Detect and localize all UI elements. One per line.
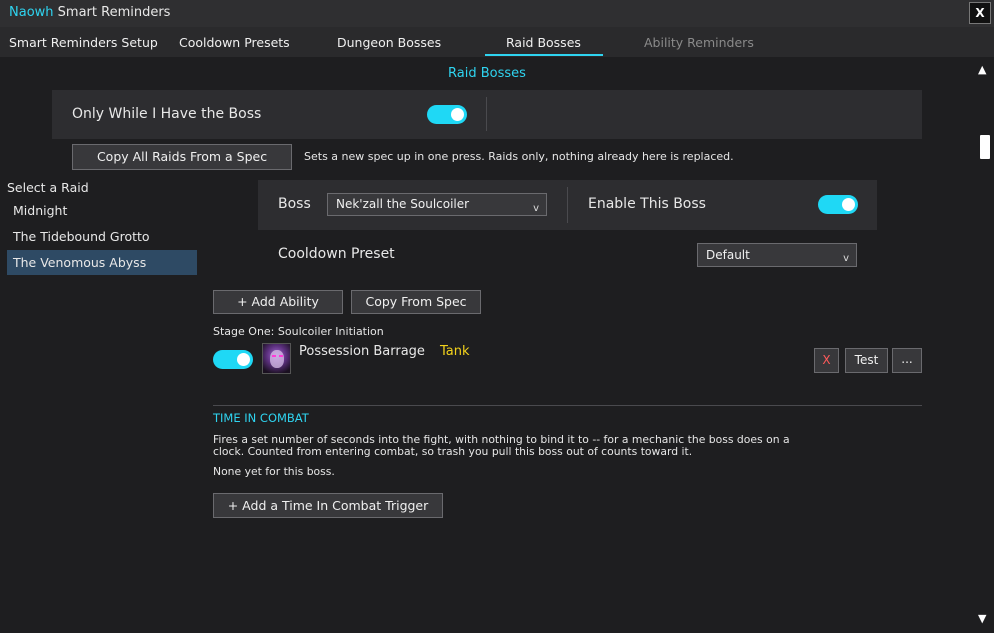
- time-in-combat-empty: None yet for this boss.: [213, 465, 335, 478]
- sidebar-heading: Select a Raid: [7, 180, 89, 195]
- boss-dropdown-value: Nek'zall the Soulcoiler: [336, 197, 470, 211]
- chevron-down-icon[interactable]: ▼: [978, 612, 986, 625]
- boss-dropdown[interactable]: Nek'zall the Soulcoiler v: [327, 193, 547, 216]
- sidebar-item-venomous-abyss[interactable]: The Venomous Abyss: [7, 250, 197, 275]
- scroll-thumb[interactable]: [980, 135, 990, 159]
- tab-smart-reminders-setup[interactable]: Smart Reminders Setup: [9, 35, 158, 50]
- active-tab-indicator: [485, 54, 603, 56]
- panel-divider: [486, 97, 487, 131]
- possession-barrage-icon: [262, 343, 291, 374]
- scrollbar[interactable]: ▲ ▼: [974, 57, 994, 633]
- stage-title: Stage One: Soulcoiler Initiation: [213, 325, 384, 338]
- icon-eye-right: [279, 355, 283, 357]
- boss-panel: Boss Nek'zall the Soulcoiler v Enable Th…: [258, 180, 877, 230]
- cooldown-preset-label: Cooldown Preset: [278, 246, 395, 262]
- copy-all-raids-button[interactable]: Copy All Raids From a Spec: [72, 144, 292, 170]
- cooldown-preset-value: Default: [706, 248, 750, 262]
- boss-label: Boss: [278, 196, 311, 212]
- tab-ability-reminders[interactable]: Ability Reminders: [644, 35, 754, 50]
- tab-cooldown-presets[interactable]: Cooldown Presets: [179, 35, 290, 50]
- time-in-combat-heading: TIME IN COMBAT: [213, 411, 309, 425]
- chevron-down-icon: v: [843, 253, 849, 264]
- sidebar-item-midnight[interactable]: Midnight: [7, 198, 197, 223]
- section-divider: [213, 405, 922, 406]
- copy-raids-description: Sets a new spec up in one press. Raids o…: [304, 150, 734, 163]
- copy-from-spec-button[interactable]: Copy From Spec: [351, 290, 481, 314]
- only-while-toggle[interactable]: [427, 105, 467, 124]
- icon-eye-left: [272, 355, 276, 357]
- ability-role: Tank: [440, 344, 470, 359]
- cooldown-preset-dropdown[interactable]: Default v: [697, 243, 857, 267]
- page-title: Raid Bosses: [448, 66, 526, 81]
- time-in-combat-description-2: clock. Counted from entering combat, so …: [213, 445, 693, 458]
- title-bar: Naowh Smart Reminders X: [0, 0, 994, 27]
- remove-ability-button[interactable]: X: [814, 348, 839, 373]
- enable-boss-toggle[interactable]: [818, 195, 858, 214]
- add-time-in-combat-button[interactable]: + Add a Time In Combat Trigger: [213, 493, 443, 518]
- test-ability-button[interactable]: Test: [845, 348, 888, 373]
- boss-panel-divider: [567, 187, 568, 223]
- tab-dungeon-bosses[interactable]: Dungeon Bosses: [337, 35, 441, 50]
- enable-boss-label: Enable This Boss: [588, 196, 706, 212]
- tab-bar: Smart Reminders Setup Cooldown Presets D…: [0, 27, 994, 57]
- window-title: Naowh Smart Reminders: [9, 5, 170, 20]
- ability-toggle[interactable]: [213, 350, 253, 369]
- chevron-up-icon[interactable]: ▲: [978, 63, 986, 76]
- close-button[interactable]: X: [969, 2, 991, 24]
- more-options-button[interactable]: ...: [892, 348, 922, 373]
- chevron-down-icon: v: [533, 203, 539, 214]
- window-title-rest: Smart Reminders: [53, 5, 171, 20]
- icon-face: [270, 350, 284, 368]
- sidebar-item-tidebound-grotto[interactable]: The Tidebound Grotto: [7, 224, 197, 249]
- only-while-label: Only While I Have the Boss: [72, 106, 262, 122]
- tab-raid-bosses[interactable]: Raid Bosses: [506, 35, 581, 50]
- add-ability-button[interactable]: + Add Ability: [213, 290, 343, 314]
- only-while-panel: Only While I Have the Boss: [52, 90, 922, 139]
- window-title-brand: Naowh: [9, 5, 54, 20]
- ability-name: Possession Barrage: [299, 344, 425, 359]
